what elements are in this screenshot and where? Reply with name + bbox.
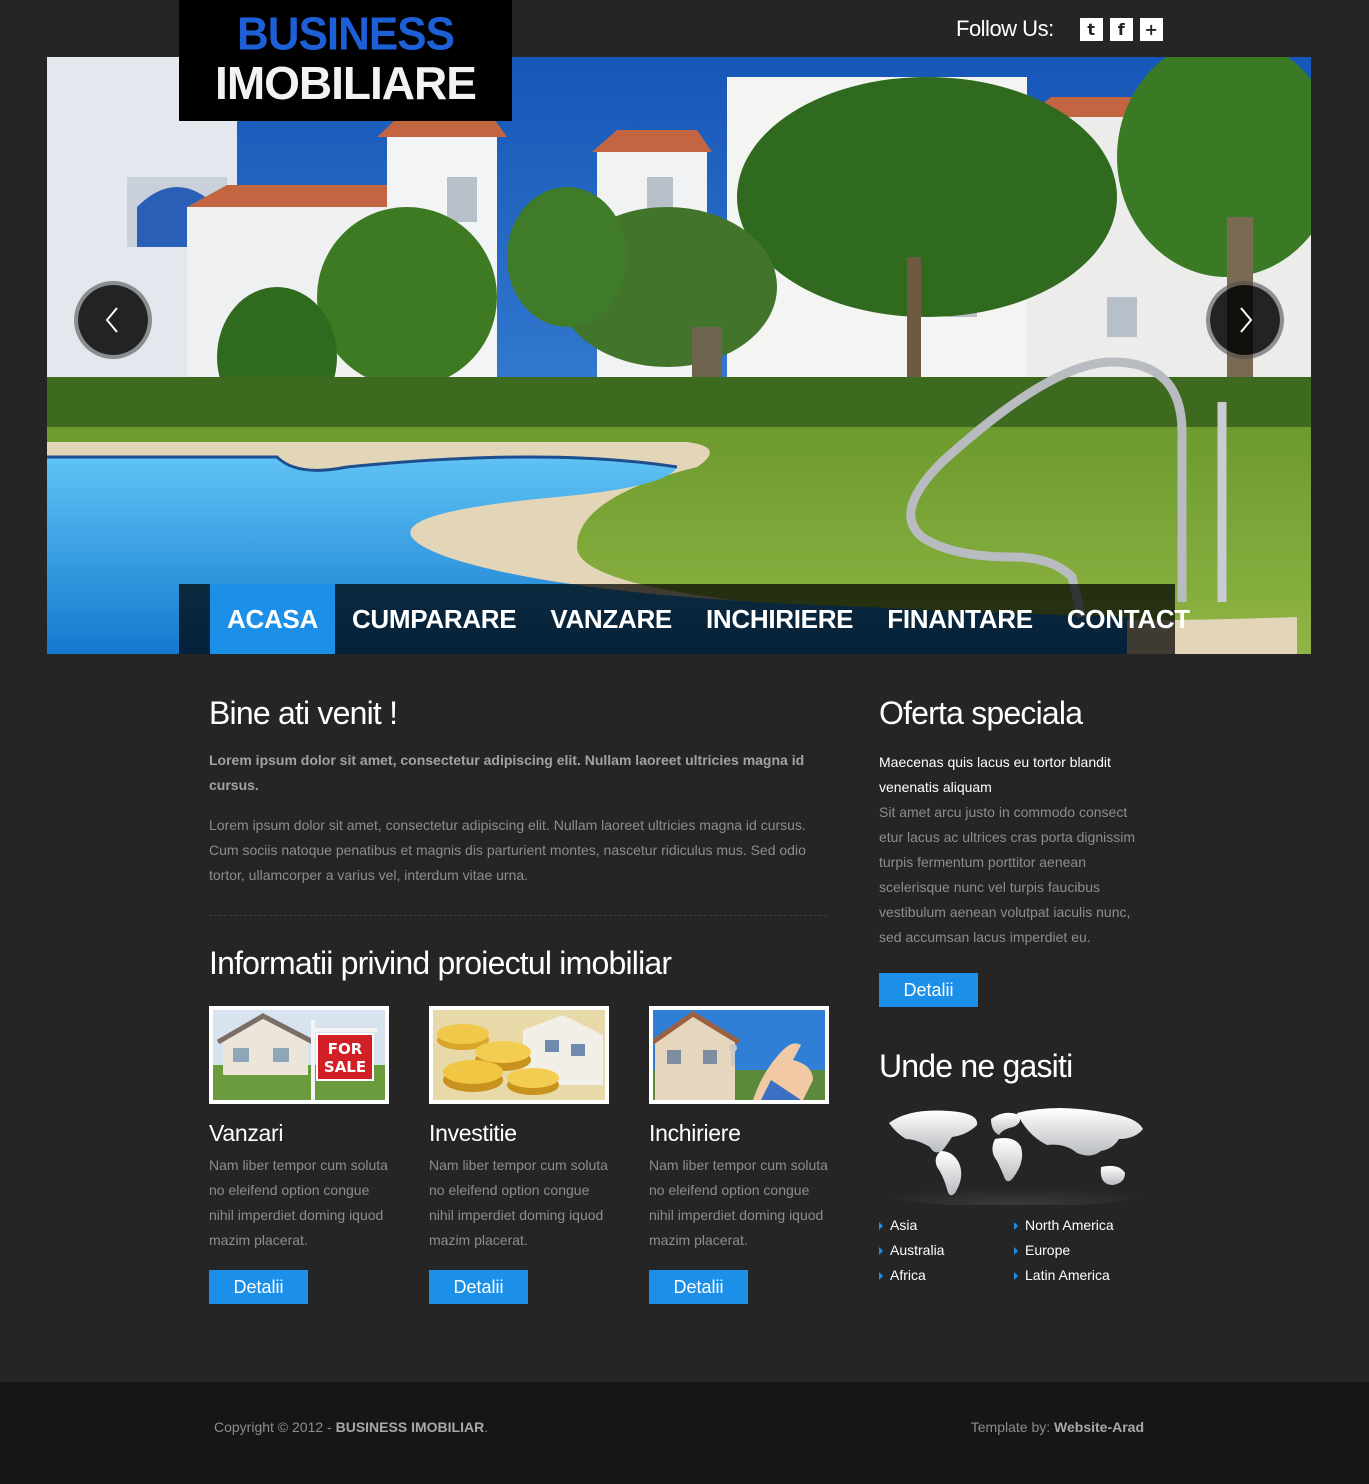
region-list: Asia North America Australia Europe Afri…: [879, 1213, 1159, 1288]
nav-item-contact[interactable]: CONTACT: [1050, 584, 1207, 654]
offer-body: Sit amet arcu justo in commodo consect e…: [879, 804, 1135, 945]
world-map-image: [885, 1108, 1145, 1205]
bullet-arrow-icon: [1014, 1246, 1018, 1255]
region-label: Asia: [890, 1217, 918, 1233]
facebook-icon[interactable]: f: [1109, 17, 1133, 41]
region-africa[interactable]: Africa: [879, 1263, 1014, 1288]
info-title: Informatii privind proiectul imobiliar: [209, 945, 672, 981]
card-image-key[interactable]: [649, 1006, 829, 1104]
offer-highlight: Maecenas quis lacus eu tortor blandit ve…: [879, 754, 1111, 795]
region-label: North America: [1025, 1217, 1114, 1233]
footer: Copyright © 2012 - BUSINESS IMOBILIAR. T…: [0, 1382, 1369, 1484]
copyright-suffix: .: [484, 1419, 489, 1435]
region-latin-america[interactable]: Latin America: [1014, 1263, 1159, 1288]
card-text: Nam liber tempor cum soluta no eleifend …: [429, 1157, 608, 1248]
plus-icon[interactable]: +: [1139, 17, 1163, 41]
welcome-lead: Lorem ipsum dolor sit amet, consectetur …: [209, 752, 805, 793]
region-label: Australia: [890, 1242, 945, 1258]
nav-item-acasa[interactable]: ACASA: [210, 584, 335, 654]
offer-title: Oferta speciala: [879, 695, 1083, 731]
card-text: Nam liber tempor cum soluta no eleifend …: [649, 1157, 828, 1248]
copyright-prefix: Copyright © 2012 -: [214, 1419, 336, 1435]
nav-item-inchiriere[interactable]: INCHIRIERE: [689, 584, 870, 654]
house-key-image: [653, 1010, 825, 1100]
logo-line-1: BUSINESS: [237, 8, 455, 61]
slider-prev-button[interactable]: [78, 285, 148, 355]
hero-image: [47, 57, 1311, 654]
template-prefix: Template by:: [970, 1419, 1055, 1435]
welcome-body: Lorem ipsum dolor sit amet, consectetur …: [209, 817, 806, 883]
twitter-icon[interactable]: t: [1079, 17, 1103, 41]
follow-label: Follow Us:: [956, 16, 1054, 41]
copyright-name[interactable]: BUSINESS IMOBILIAR: [336, 1419, 485, 1435]
logo-line-2: IMOBILIARE: [215, 57, 477, 109]
locations-title: Unde ne gasiti: [879, 1048, 1073, 1084]
chevron-left-icon: [105, 307, 118, 333]
nav-item-vanzare[interactable]: VANZARE: [533, 584, 689, 654]
welcome-title: Bine ati venit !: [209, 695, 398, 731]
slider-next-button[interactable]: [1210, 285, 1280, 355]
site-logo[interactable]: BUSINESS IMOBILIARE: [179, 0, 512, 121]
bullet-arrow-icon: [1014, 1271, 1018, 1280]
card-image-for-sale[interactable]: FOR SALE: [209, 1006, 389, 1104]
section-divider: [209, 915, 827, 916]
card-title: Vanzari: [209, 1120, 284, 1146]
region-australia[interactable]: Australia: [879, 1238, 1014, 1263]
vanzari-details-button[interactable]: Detalii: [209, 1270, 308, 1304]
for-sale-image: FOR SALE: [213, 1010, 385, 1100]
inchiriere-details-button[interactable]: Detalii: [649, 1270, 748, 1304]
nav-item-cumparare[interactable]: CUMPARARE: [335, 584, 533, 654]
copyright: Copyright © 2012 - BUSINESS IMOBILIAR.: [214, 1419, 488, 1435]
main-nav: ACASA CUMPARARE VANZARE INCHIRIERE FINAN…: [179, 584, 1190, 654]
region-north-america[interactable]: North America: [1014, 1213, 1159, 1238]
sign-text-for: FOR: [328, 1040, 363, 1058]
sign-text-sale: SALE: [324, 1058, 366, 1076]
region-europe[interactable]: Europe: [1014, 1238, 1159, 1263]
bullet-arrow-icon: [879, 1221, 883, 1230]
region-label: Africa: [890, 1267, 926, 1283]
card-title: Investitie: [429, 1120, 517, 1146]
coins-image: [433, 1010, 605, 1100]
hero-slider: ACASA CUMPARARE VANZARE INCHIRIERE FINAN…: [47, 57, 1311, 654]
region-asia[interactable]: Asia: [879, 1213, 1014, 1238]
bullet-arrow-icon: [879, 1246, 883, 1255]
card-vanzari: FOR SALE Vanzari Nam liber tempor cum so…: [209, 1006, 389, 1253]
card-inchiriere: Inchiriere Nam liber tempor cum soluta n…: [649, 1006, 829, 1253]
template-author-link[interactable]: Website-Arad: [1054, 1419, 1144, 1435]
card-title: Inchiriere: [649, 1120, 741, 1146]
follow-us: Follow Us: t f +: [956, 16, 1163, 42]
bullet-arrow-icon: [1014, 1221, 1018, 1230]
nav-item-finantare[interactable]: FINANTARE: [870, 584, 1050, 654]
offer-details-button[interactable]: Detalii: [879, 973, 978, 1007]
region-label: Europe: [1025, 1242, 1071, 1258]
chevron-right-icon: [1240, 307, 1253, 333]
region-label: Latin America: [1025, 1267, 1110, 1283]
bullet-arrow-icon: [879, 1271, 883, 1280]
template-credit: Template by: Website-Arad: [971, 1419, 1144, 1435]
investitie-details-button[interactable]: Detalii: [429, 1270, 528, 1304]
card-image-coins[interactable]: [429, 1006, 609, 1104]
card-investitie: Investitie Nam liber tempor cum soluta n…: [429, 1006, 609, 1253]
card-text: Nam liber tempor cum soluta no eleifend …: [209, 1157, 388, 1248]
